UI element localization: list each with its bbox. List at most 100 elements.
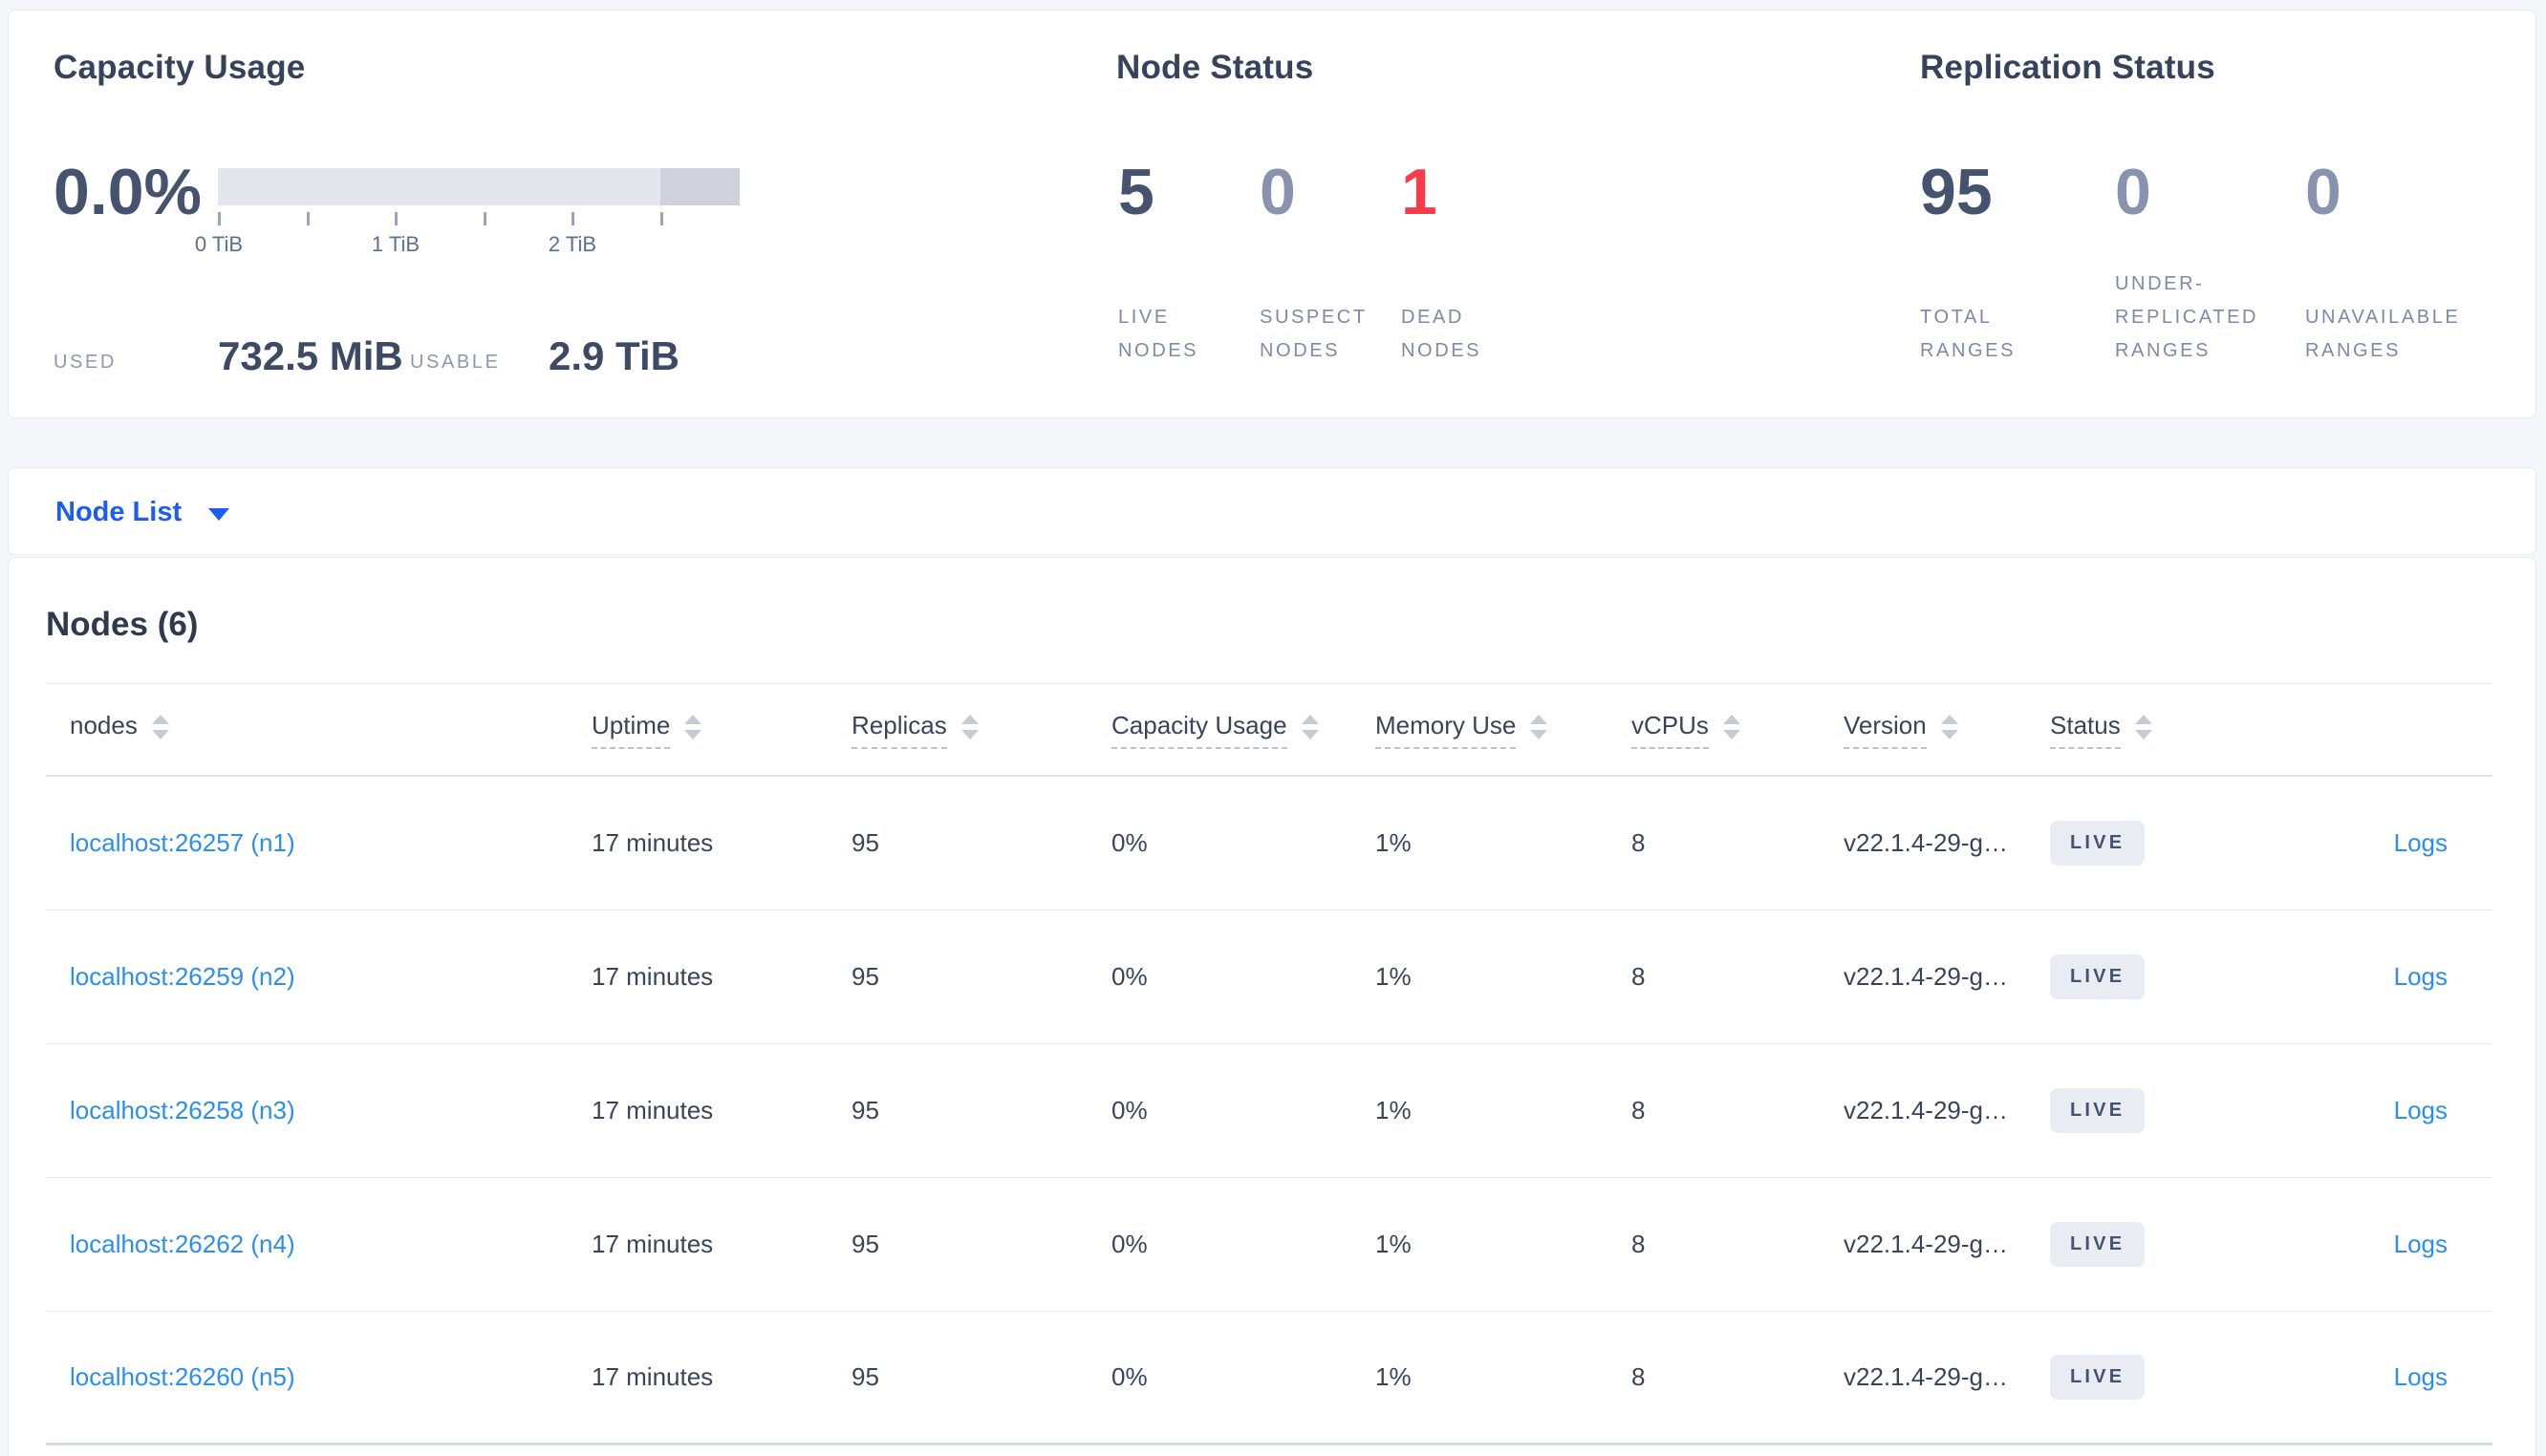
status-cell: LIVE bbox=[2050, 1355, 2276, 1400]
column-header-uptime[interactable]: Uptime bbox=[592, 711, 852, 749]
table-body: localhost:26257 (n1) 17 minutes 95 0% 1% 8 v22… bbox=[46, 777, 2492, 1445]
column-label: Replicas bbox=[852, 711, 947, 749]
capacity-percent: 0.0% bbox=[54, 156, 202, 228]
node-link[interactable]: localhost:26258 (n3) bbox=[46, 1096, 592, 1125]
replicas-cell: 95 bbox=[852, 1096, 879, 1124]
node-link[interactable]: localhost:26262 (n4) bbox=[46, 1230, 592, 1259]
uptime-cell: 17 minutes bbox=[592, 962, 714, 991]
status-badge: LIVE bbox=[2050, 1222, 2146, 1267]
table-row: localhost:26260 (n5) 17 minutes 95 0% 1% 8 v22… bbox=[46, 1312, 2492, 1445]
status-badge: LIVE bbox=[2050, 954, 2146, 999]
chevron-down-icon bbox=[208, 507, 230, 521]
cluster-summary-card: Capacity Usage 0.0% 0 TiB 1 TiB 2 TiB US… bbox=[8, 10, 2536, 418]
logs-link[interactable]: Logs bbox=[2276, 962, 2492, 992]
status-cell: LIVE bbox=[2050, 821, 2276, 866]
column-label: Uptime bbox=[592, 711, 671, 749]
nodes-section-title: Nodes (6) bbox=[46, 606, 199, 643]
node-link[interactable]: localhost:26257 (n1) bbox=[46, 828, 592, 858]
version-cell: v22.1.4-29-g… bbox=[1844, 1230, 2008, 1258]
column-label: vCPUs bbox=[1631, 711, 1709, 749]
capacity-cell: 0% bbox=[1111, 962, 1148, 991]
replicas-cell: 95 bbox=[852, 828, 879, 857]
view-selector-bar: Node List bbox=[8, 467, 2536, 555]
memory-cell: 1% bbox=[1375, 962, 1412, 991]
axis-tick bbox=[484, 212, 486, 225]
nodes-table: nodes Uptime Replicas Capacity Usage Memory … bbox=[46, 683, 2492, 1445]
sort-icon[interactable] bbox=[1940, 714, 1958, 739]
suspect-nodes-count: 0 bbox=[1260, 156, 1296, 228]
status-badge: LIVE bbox=[2050, 1088, 2146, 1133]
replication-status-title: Replication Status bbox=[1920, 49, 2215, 86]
sort-icon[interactable] bbox=[151, 714, 169, 739]
status-badge: LIVE bbox=[2050, 1355, 2146, 1400]
uptime-cell: 17 minutes bbox=[592, 828, 714, 857]
logs-link[interactable]: Logs bbox=[2276, 1362, 2492, 1392]
column-header-replicas[interactable]: Replicas bbox=[852, 711, 1111, 749]
usable-label: USABLE bbox=[410, 352, 501, 373]
axis-tick bbox=[660, 212, 663, 225]
uptime-cell: 17 minutes bbox=[592, 1362, 714, 1391]
status-cell: LIVE bbox=[2050, 1088, 2276, 1133]
memory-cell: 1% bbox=[1375, 828, 1412, 857]
nodes-table-card: Nodes (6) nodes Uptime Replicas Capacity Us… bbox=[8, 557, 2536, 1456]
uptime-cell: 17 minutes bbox=[592, 1230, 714, 1258]
column-label: Memory Use bbox=[1375, 711, 1517, 749]
version-cell: v22.1.4-29-g… bbox=[1844, 828, 2008, 857]
axis-tick bbox=[572, 212, 574, 225]
column-header-version[interactable]: Version bbox=[1844, 711, 2050, 749]
node-status-title: Node Status bbox=[1116, 49, 1314, 86]
logs-link[interactable]: Logs bbox=[2276, 1096, 2492, 1125]
memory-cell: 1% bbox=[1375, 1096, 1412, 1124]
version-cell: v22.1.4-29-g… bbox=[1844, 1362, 2008, 1391]
used-value: 732.5 MiB bbox=[218, 333, 403, 378]
capacity-reserved-segment bbox=[660, 168, 740, 205]
dead-nodes-count: 1 bbox=[1401, 156, 1437, 228]
axis-tick-label: 2 TiB bbox=[548, 232, 597, 256]
sort-icon[interactable] bbox=[684, 714, 702, 739]
status-cell: LIVE bbox=[2050, 1222, 2276, 1267]
capacity-usage-bar bbox=[218, 168, 740, 205]
table-row: localhost:26258 (n3) 17 minutes 95 0% 1% 8 v22… bbox=[46, 1044, 2492, 1178]
unavailable-label: UNAVAILABLE RANGES bbox=[2305, 307, 2461, 361]
sort-icon[interactable] bbox=[2134, 714, 2152, 739]
vcpus-cell: 8 bbox=[1631, 962, 1646, 991]
axis-tick bbox=[218, 212, 221, 225]
capacity-cell: 0% bbox=[1111, 1096, 1148, 1124]
logs-link[interactable]: Logs bbox=[2276, 1230, 2492, 1259]
vcpus-cell: 8 bbox=[1631, 1362, 1646, 1391]
column-header-vcpus[interactable]: vCPUs bbox=[1631, 711, 1844, 749]
status-cell: LIVE bbox=[2050, 954, 2276, 999]
under-replicated-label: UNDER- REPLICATED RANGES bbox=[2115, 273, 2259, 361]
sort-icon[interactable] bbox=[1530, 714, 1548, 739]
table-header-row: nodes Uptime Replicas Capacity Usage Memory … bbox=[46, 684, 2492, 777]
sort-icon[interactable] bbox=[1301, 714, 1319, 739]
column-header-node[interactable]: nodes bbox=[46, 711, 592, 749]
sort-icon[interactable] bbox=[960, 714, 979, 739]
total-ranges-count: 95 bbox=[1920, 156, 1993, 228]
memory-cell: 1% bbox=[1375, 1230, 1412, 1258]
replicas-cell: 95 bbox=[852, 1230, 879, 1258]
column-label: nodes bbox=[70, 710, 138, 739]
unavailable-count: 0 bbox=[2305, 156, 2341, 228]
total-ranges-label: TOTAL RANGES bbox=[1920, 307, 2017, 361]
table-row: localhost:26257 (n1) 17 minutes 95 0% 1% 8 v22… bbox=[46, 777, 2492, 910]
vcpus-cell: 8 bbox=[1631, 1230, 1646, 1258]
table-row: localhost:26259 (n2) 17 minutes 95 0% 1% 8 v22… bbox=[46, 910, 2492, 1044]
column-header-status[interactable]: Status bbox=[2050, 711, 2276, 749]
column-header-capacity[interactable]: Capacity Usage bbox=[1111, 711, 1375, 749]
axis-tick-label: 1 TiB bbox=[371, 232, 421, 256]
column-label: Status bbox=[2050, 711, 2121, 749]
column-label: Version bbox=[1844, 711, 1927, 749]
dead-nodes-label: DEAD NODES bbox=[1401, 307, 1482, 361]
capacity-usage-title: Capacity Usage bbox=[54, 49, 306, 86]
replicas-cell: 95 bbox=[852, 962, 879, 991]
node-list-dropdown[interactable]: Node List bbox=[55, 468, 230, 556]
axis-tick-label: 0 TiB bbox=[194, 232, 244, 256]
node-link[interactable]: localhost:26260 (n5) bbox=[46, 1362, 592, 1392]
axis-tick bbox=[395, 212, 398, 225]
node-link[interactable]: localhost:26259 (n2) bbox=[46, 962, 592, 992]
logs-link[interactable]: Logs bbox=[2276, 828, 2492, 858]
column-header-memory[interactable]: Memory Use bbox=[1375, 711, 1631, 749]
under-replicated-count: 0 bbox=[2115, 156, 2151, 228]
sort-icon[interactable] bbox=[1722, 714, 1740, 739]
